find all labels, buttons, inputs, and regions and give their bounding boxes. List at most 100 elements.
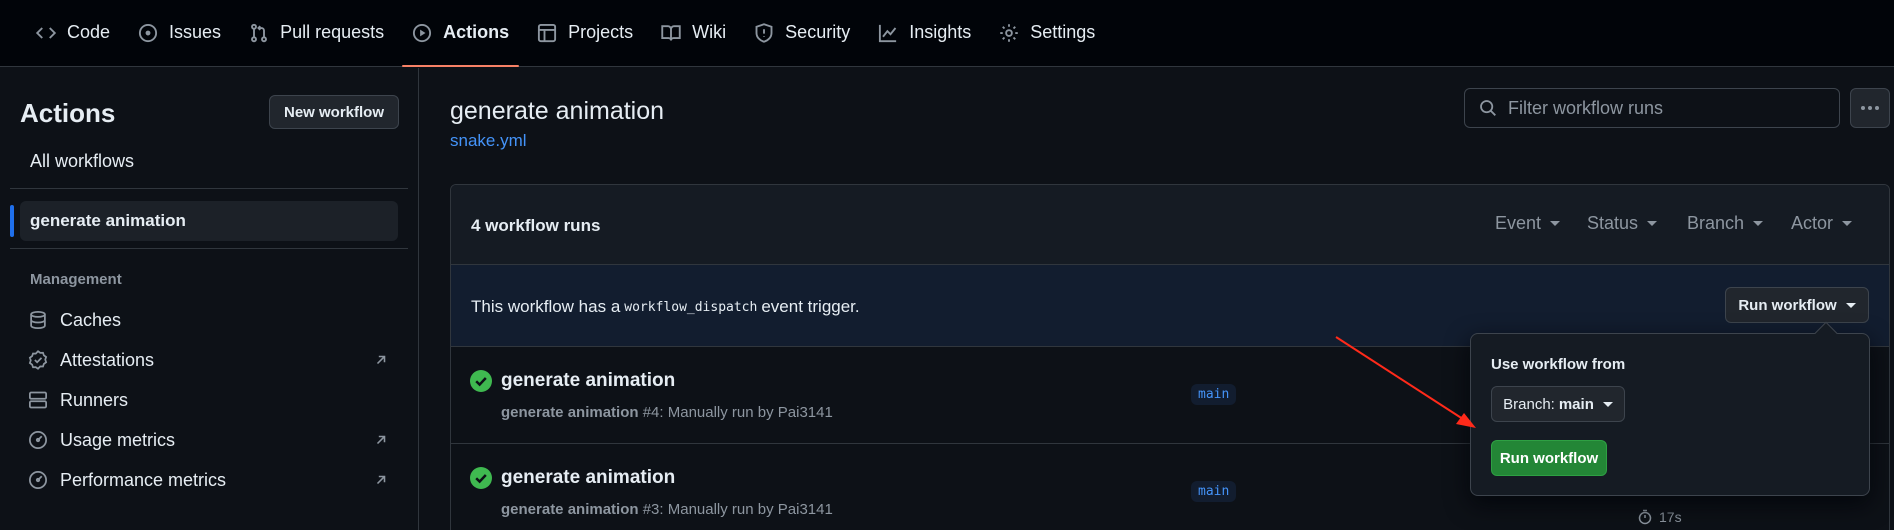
run-subtitle: generate animation #3: Manually run by P… [501,501,833,518]
tab-projects[interactable]: Projects [527,0,643,66]
branch-filter-label: Branch [1687,213,1745,233]
all-workflows-link[interactable]: All workflows [30,151,134,172]
status-filter-label: Status [1587,213,1639,233]
tab-actions-label: Actions [443,22,510,42]
external-link-icon [374,473,388,487]
run-subtitle-detail: #3: Manually run by Pai3141 [638,501,833,518]
sidebar-item-label: Caches [60,309,122,330]
book-icon [661,23,681,43]
run-subtitle-name: generate animation [501,501,639,518]
branch-value: main [1558,395,1594,413]
chevron-down-icon [1842,221,1853,226]
database-icon [28,310,48,330]
sidebar-item-caches[interactable]: Caches [28,305,388,335]
workflow-file-link[interactable]: snake.yml [450,131,527,151]
tab-security-label: Security [785,22,851,42]
run-title[interactable]: generate animation [501,370,675,392]
chevron-down-icon [1647,221,1658,226]
tab-projects-label: Projects [568,22,634,42]
status-filter[interactable]: Status [1587,213,1658,234]
pull-request-icon [249,23,269,43]
event-filter-label: Event [1495,213,1542,233]
server-icon [28,390,48,410]
branch-select-button[interactable]: Branch: main [1491,386,1625,422]
tab-wiki[interactable]: Wiki [651,0,736,66]
branch-filter[interactable]: Branch [1687,213,1764,234]
tab-code-label: Code [67,22,111,42]
sidebar-item-label: Performance metrics [60,469,227,490]
actor-filter-label: Actor [1791,213,1834,233]
sidebar-item-runners[interactable]: Runners [28,385,388,415]
management-heading: Management [30,271,122,288]
sidebar-item-attestations[interactable]: Attestations [28,345,388,375]
more-options-button[interactable] [1850,88,1890,128]
code-icon [36,23,56,43]
stopwatch-icon [1637,509,1653,525]
branch-tag[interactable]: main [1191,384,1237,405]
sidebar-item-performance-metrics[interactable]: Performance metrics [28,465,388,495]
new-workflow-button[interactable]: New workflow [269,95,399,129]
search-icon [1479,99,1497,117]
tab-pull-requests-label: Pull requests [280,22,385,42]
tab-settings[interactable]: Settings [989,0,1105,66]
tab-insights[interactable]: Insights [868,0,981,66]
event-filter[interactable]: Event [1495,213,1561,234]
run-workflow-button[interactable]: Run workflow [1491,440,1607,476]
tab-issues-label: Issues [169,22,222,42]
tab-issues[interactable]: Issues [128,0,231,66]
shield-icon [754,22,774,43]
play-icon [412,23,432,43]
tab-actions[interactable]: Actions [402,0,520,67]
chevron-down-icon [1845,302,1856,308]
workflow-title: generate animation [450,97,665,125]
sidebar-item-generate-animation-label: generate animation [30,211,186,230]
verified-icon [28,350,48,370]
branch-tag[interactable]: main [1191,481,1237,502]
tab-pull-requests[interactable]: Pull requests [239,0,394,66]
tab-settings-label: Settings [1030,22,1096,42]
dispatch-code: workflow_dispatch [624,299,758,315]
sidebar-title: Actions [20,98,116,128]
issue-icon [138,23,158,43]
run-subtitle-name: generate animation [501,404,639,421]
filter-placeholder: Filter workflow runs [1508,97,1664,118]
gear-icon [999,23,1019,43]
table-icon [537,23,557,43]
branch-prefix: Branch: [1503,395,1555,413]
meter-icon [28,430,48,450]
run-workflow-dropdown-button[interactable]: Run workflow [1725,287,1869,323]
tab-code[interactable]: Code [26,0,120,66]
sidebar-item-label: Runners [60,389,129,410]
chevron-down-icon [1550,221,1561,226]
run-duration-value: 17s [1659,509,1682,525]
tab-insights-label: Insights [909,22,972,42]
run-duration: 17s [1637,509,1682,525]
run-workflow-label: Run workflow [1738,296,1837,314]
dispatch-text-after: event trigger. [761,297,860,316]
sidebar-item-usage-metrics[interactable]: Usage metrics [28,425,388,455]
actor-filter[interactable]: Actor [1791,213,1853,234]
sidebar-divider [10,248,408,249]
filter-runs-input[interactable]: Filter workflow runs [1464,88,1840,128]
run-subtitle-detail: #4: Manually run by Pai3141 [638,404,833,421]
run-subtitle: generate animation #4: Manually run by P… [501,404,833,421]
check-circle-icon [470,467,492,489]
dispatch-text-before: This workflow has a [471,297,621,316]
run-workflow-popover: Use workflow from Branch: main Run workf… [1470,333,1870,496]
check-circle-icon [470,370,492,392]
chevron-down-icon [1753,221,1764,226]
sidebar-item-label: Usage metrics [60,429,176,450]
use-workflow-from-label: Use workflow from [1491,356,1626,373]
runs-count: 4 workflow runs [471,216,601,235]
sidebar-item-label: Attestations [60,349,155,370]
kebab-horizontal-icon [1860,105,1880,111]
run-title[interactable]: generate animation [501,467,675,489]
external-link-icon [374,353,388,367]
dispatch-text: This workflow has a workflow_dispatch ev… [471,297,860,317]
chevron-down-icon [1602,401,1613,407]
runs-header: 4 workflow runs Event Status Branch Acto… [451,185,1889,265]
meter-icon [28,470,48,490]
repo-nav: Code Issues Pull requests Actions Projec… [0,0,1894,67]
tab-security[interactable]: Security [744,0,860,66]
graph-icon [878,23,898,43]
